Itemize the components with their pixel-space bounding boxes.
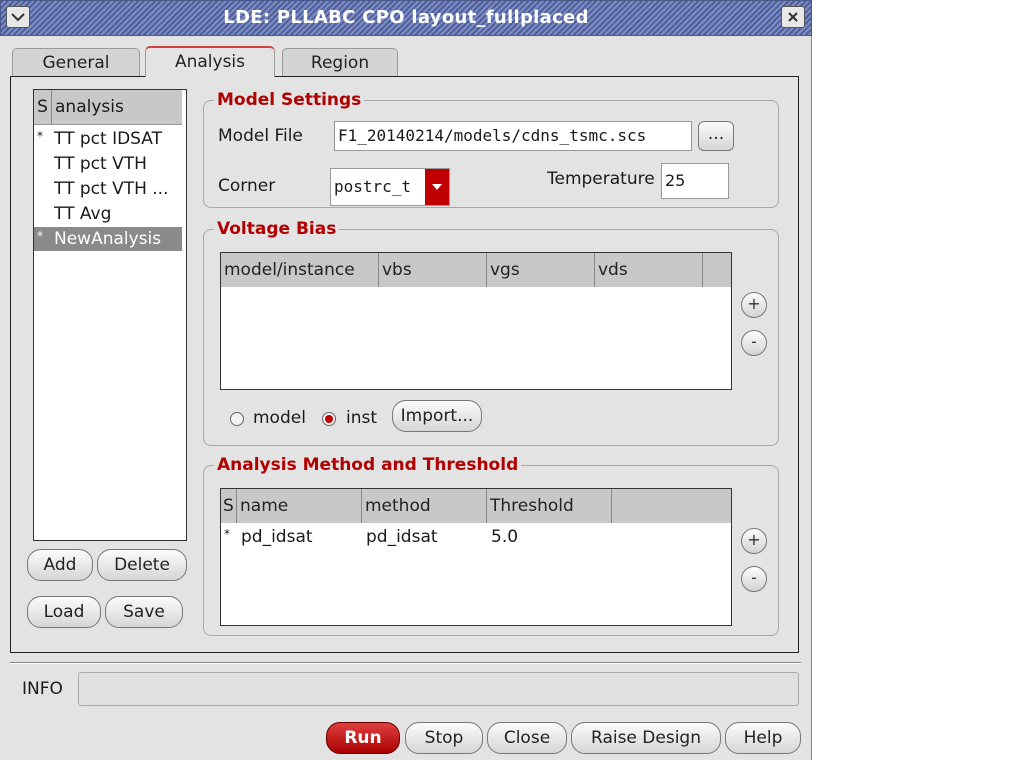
corner-value: postrc_t bbox=[334, 177, 412, 196]
raise-design-button[interactable]: Raise Design bbox=[571, 722, 721, 754]
column-header-spacer bbox=[703, 253, 731, 287]
voltage-bias-group: Voltage Bias model/instance vbs vgs vds … bbox=[203, 218, 779, 446]
add-analysis-button[interactable]: Add bbox=[27, 549, 93, 581]
remove-method-row-button[interactable]: - bbox=[741, 566, 767, 592]
tab-general[interactable]: General bbox=[12, 48, 140, 76]
load-button[interactable]: Load bbox=[27, 596, 101, 628]
tab-analysis[interactable]: Analysis bbox=[145, 46, 275, 77]
analysis-method-table-header: S name method Threshold bbox=[221, 489, 731, 523]
window-title: LDE: PLLABC CPO layout_fullplaced bbox=[223, 7, 589, 28]
radio-inst[interactable] bbox=[322, 412, 336, 426]
row-name: pd_idsat bbox=[241, 527, 313, 547]
window-close-button[interactable] bbox=[781, 6, 805, 28]
dropdown-arrow[interactable] bbox=[425, 169, 449, 205]
run-button[interactable]: Run bbox=[326, 722, 400, 754]
lde-dialog-window: LDE: PLLABC CPO layout_fullplaced Genera… bbox=[0, 0, 812, 760]
model-file-label: Model File bbox=[218, 126, 303, 146]
column-header-s[interactable]: S bbox=[221, 489, 237, 523]
radio-model[interactable] bbox=[230, 412, 244, 426]
modified-marker: * bbox=[37, 129, 43, 143]
column-header-name[interactable]: name bbox=[237, 489, 362, 523]
import-button[interactable]: Import... bbox=[392, 400, 482, 432]
caret-down-icon bbox=[432, 184, 442, 190]
list-item-label: TT Avg bbox=[54, 204, 112, 224]
column-header-method[interactable]: method bbox=[362, 489, 487, 523]
remove-bias-row-button[interactable]: - bbox=[741, 330, 767, 356]
corner-select[interactable]: postrc_t bbox=[330, 168, 450, 206]
voltage-bias-table-header: model/instance vbs vgs vds bbox=[221, 253, 731, 287]
row-method: pd_idsat bbox=[366, 527, 438, 547]
analysis-tab-panel: S analysis * TT pct IDSAT TT pct VTH TT … bbox=[10, 76, 799, 653]
column-header-threshold[interactable]: Threshold bbox=[487, 489, 612, 523]
add-bias-row-button[interactable]: + bbox=[741, 292, 767, 318]
row-threshold: 5.0 bbox=[491, 527, 519, 547]
column-header-spacer bbox=[612, 489, 731, 523]
column-header-s[interactable]: S bbox=[34, 90, 52, 124]
list-item-selected[interactable]: * NewAnalysis bbox=[34, 227, 182, 251]
info-label: INFO bbox=[22, 679, 63, 699]
list-item[interactable]: TT pct VTH bbox=[34, 152, 182, 176]
radio-inst-label: inst bbox=[346, 408, 378, 428]
list-item[interactable]: TT pct VTH ... bbox=[34, 177, 182, 201]
analysis-list-header: S analysis bbox=[34, 90, 182, 125]
column-header-vds[interactable]: vds bbox=[595, 253, 703, 287]
corner-label: Corner bbox=[218, 176, 276, 196]
model-file-input[interactable]: F1_20140214/models/cdns_tsmc.scs bbox=[334, 121, 692, 151]
model-settings-title: Model Settings bbox=[214, 89, 365, 111]
list-item-label: NewAnalysis bbox=[54, 229, 162, 249]
column-header-vgs[interactable]: vgs bbox=[487, 253, 595, 287]
list-item-label: TT pct IDSAT bbox=[54, 129, 162, 149]
tab-region[interactable]: Region bbox=[282, 48, 398, 76]
radio-model-label: model bbox=[253, 408, 306, 428]
analysis-method-group: Analysis Method and Threshold S name met… bbox=[203, 454, 779, 636]
list-item[interactable]: * TT pct IDSAT bbox=[34, 127, 182, 151]
close-icon bbox=[788, 12, 798, 22]
analysis-method-table[interactable]: S name method Threshold * pd_idsat pd_id… bbox=[220, 488, 732, 626]
browse-model-file-button[interactable]: ... bbox=[698, 121, 734, 151]
column-header-vbs[interactable]: vbs bbox=[379, 253, 487, 287]
voltage-bias-title: Voltage Bias bbox=[214, 218, 340, 240]
modified-marker: * bbox=[37, 229, 43, 243]
separator bbox=[10, 662, 801, 664]
add-method-row-button[interactable]: + bbox=[741, 528, 767, 554]
row-modified-marker: * bbox=[224, 527, 230, 541]
analysis-method-title: Analysis Method and Threshold bbox=[214, 454, 522, 476]
list-item[interactable]: TT Avg bbox=[34, 202, 182, 226]
voltage-bias-table[interactable]: model/instance vbs vgs vds bbox=[220, 252, 732, 390]
model-settings-group: Model Settings Model File F1_20140214/mo… bbox=[203, 89, 779, 208]
title-bar[interactable]: LDE: PLLABC CPO layout_fullplaced bbox=[0, 0, 812, 36]
table-row[interactable]: * pd_idsat pd_idsat 5.0 bbox=[221, 525, 731, 549]
close-button[interactable]: Close bbox=[487, 722, 567, 754]
help-button[interactable]: Help bbox=[725, 722, 801, 754]
list-item-label: TT pct VTH bbox=[54, 154, 147, 174]
temperature-label: Temperature bbox=[547, 169, 655, 189]
delete-analysis-button[interactable]: Delete bbox=[97, 549, 187, 581]
column-header-analysis[interactable]: analysis bbox=[52, 90, 124, 124]
stop-button[interactable]: Stop bbox=[405, 722, 483, 754]
info-message-field bbox=[78, 672, 799, 706]
list-item-label: TT pct VTH ... bbox=[54, 179, 169, 199]
column-header-model-instance[interactable]: model/instance bbox=[221, 253, 379, 287]
save-button[interactable]: Save bbox=[105, 596, 183, 628]
temperature-input[interactable]: 25 bbox=[661, 163, 729, 199]
analysis-list[interactable]: S analysis * TT pct IDSAT TT pct VTH TT … bbox=[33, 89, 187, 541]
